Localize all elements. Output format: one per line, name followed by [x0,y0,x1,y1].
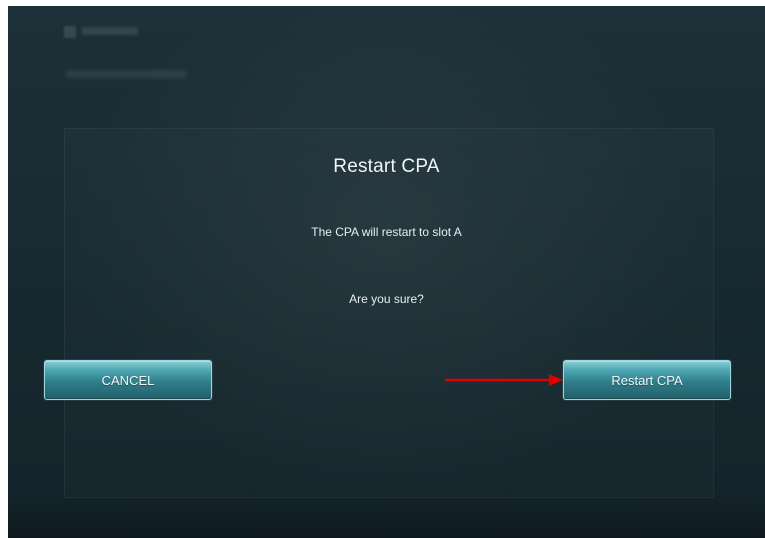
arrow-head [549,374,563,386]
confirmation-message: Are you sure? [349,292,424,306]
dialog-screen: Restart CPA The CPA will restart to slot… [8,6,765,538]
background-panel [64,128,714,498]
restart-cpa-button[interactable]: Restart CPA [563,360,731,400]
header-placeholder [82,27,138,35]
header-icon [64,26,76,38]
restart-cpa-button-label: Restart CPA [611,372,683,388]
dialog-message: The CPA will restart to slot A [311,225,462,239]
cancel-button-label: CANCEL [101,372,155,388]
subtitle-placeholder [66,70,186,78]
cancel-button[interactable]: CANCEL [44,360,212,400]
red-arrow-icon [445,374,563,386]
dialog-title: Restart CPA [333,156,440,177]
